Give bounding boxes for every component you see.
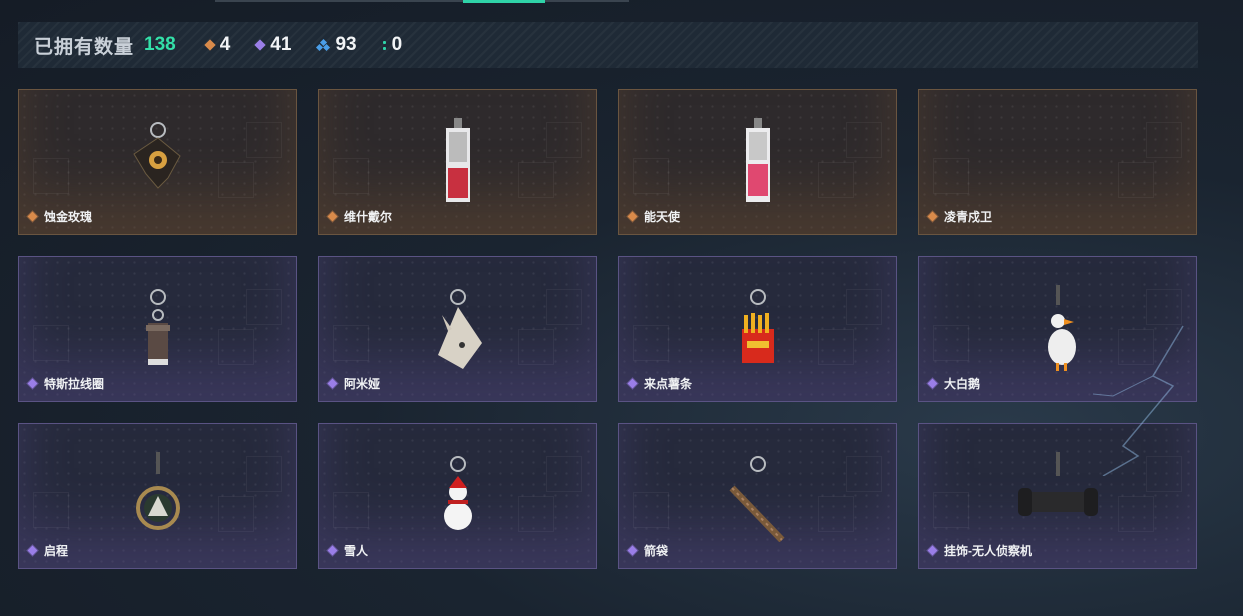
pendant-image (745, 118, 770, 202)
orange-diamond-icon (204, 39, 216, 51)
green-count-value: 0 (391, 34, 403, 55)
blue-rarity-count: 93 (316, 34, 357, 56)
purple-rarity-icon (327, 545, 338, 556)
green-rarity-count: 0 (382, 34, 403, 56)
top-tab-bar[interactable] (215, 0, 629, 3)
purple-rarity-icon (27, 545, 38, 556)
pendant-card[interactable]: 蚀金玫瑰 (18, 89, 297, 235)
orange-rarity-icon (927, 211, 938, 222)
purple-rarity-icon (927, 545, 938, 556)
purple-count-value: 41 (270, 34, 292, 55)
pendant-name-label: 能天使 (644, 210, 681, 224)
purple-rarity-icon (627, 378, 638, 389)
pendant-name: 挂饰-无人侦察机 (927, 542, 1032, 559)
purple-rarity-icon (627, 545, 638, 556)
pendant-name: 蚀金玫瑰 (27, 208, 93, 225)
pendant-image (135, 452, 180, 530)
orange-rarity-icon (27, 211, 38, 222)
blue-count-value: 93 (335, 34, 357, 55)
pendant-name-label: 阿米娅 (344, 377, 381, 391)
purple-rarity-icon (27, 378, 38, 389)
pendant-image (437, 289, 482, 369)
pendant-name-label: 来点薯条 (644, 377, 693, 391)
pendant-image (132, 122, 181, 189)
pendant-name-label: 启程 (44, 544, 69, 558)
pendant-name: 特斯拉线圈 (27, 375, 105, 392)
purple-diamond-icon (254, 39, 266, 51)
pendant-name-label: 凌青戍卫 (944, 210, 993, 224)
orange-rarity-count: 4 (204, 34, 231, 56)
pendant-card[interactable]: 维什戴尔 (318, 89, 597, 235)
purple-rarity-icon (327, 378, 338, 389)
purple-rarity-icon (927, 378, 938, 389)
pendant-card[interactable]: 特斯拉线圈 (18, 256, 297, 402)
pendant-name-label: 特斯拉线圈 (44, 377, 105, 391)
pendant-name-label: 蚀金玫瑰 (44, 210, 93, 224)
pendant-card[interactable]: 来点薯条 (618, 256, 897, 402)
pendant-image (1018, 118, 1098, 208)
pendant-name: 大白鹅 (927, 375, 981, 392)
pendant-name-label: 雪人 (344, 544, 369, 558)
pendant-name: 来点薯条 (627, 375, 693, 392)
orange-rarity-icon (627, 211, 638, 222)
pendant-name-label: 大白鹅 (944, 377, 981, 391)
pendant-image (443, 456, 472, 530)
pendant-card[interactable]: 阿米娅 (318, 256, 597, 402)
pendant-name: 雪人 (327, 542, 369, 559)
pendant-card[interactable]: 凌青戍卫 (918, 89, 1197, 235)
pendant-card[interactable]: 能天使 (618, 89, 897, 235)
pendant-name: 阿米娅 (327, 375, 381, 392)
pendant-card[interactable]: 雪人 (318, 423, 597, 569)
pendant-image (741, 289, 774, 363)
pendant-image (145, 289, 170, 365)
orange-count-value: 4 (219, 34, 231, 55)
owned-count-total: 138 (144, 34, 176, 55)
purple-rarity-count: 41 (254, 34, 292, 56)
blue-triangle-icon (316, 38, 331, 52)
pendant-name: 启程 (27, 542, 69, 559)
lightning-decoration (1092, 325, 1184, 476)
pendant-image (728, 456, 785, 542)
pendant-card[interactable]: 启程 (18, 423, 297, 569)
pendant-name: 能天使 (627, 208, 681, 225)
pendant-name-label: 箭袋 (644, 544, 669, 558)
orange-rarity-icon (327, 211, 338, 222)
pendant-card[interactable]: 箭袋 (618, 423, 897, 569)
pendant-image (445, 118, 470, 202)
pendant-name: 箭袋 (627, 542, 669, 559)
pendant-name: 维什戴尔 (327, 208, 393, 225)
owned-count-label: 已拥有数量 (34, 36, 135, 58)
pendant-name-label: 挂饰-无人侦察机 (944, 544, 1032, 558)
ownership-stats-bar: 已拥有数量 138 4 41 93 0 (18, 22, 1198, 68)
pendant-name: 凌青戍卫 (927, 208, 993, 225)
pendant-name-label: 维什戴尔 (344, 210, 393, 224)
green-dots-icon (382, 40, 386, 50)
active-tab-indicator (463, 0, 545, 3)
